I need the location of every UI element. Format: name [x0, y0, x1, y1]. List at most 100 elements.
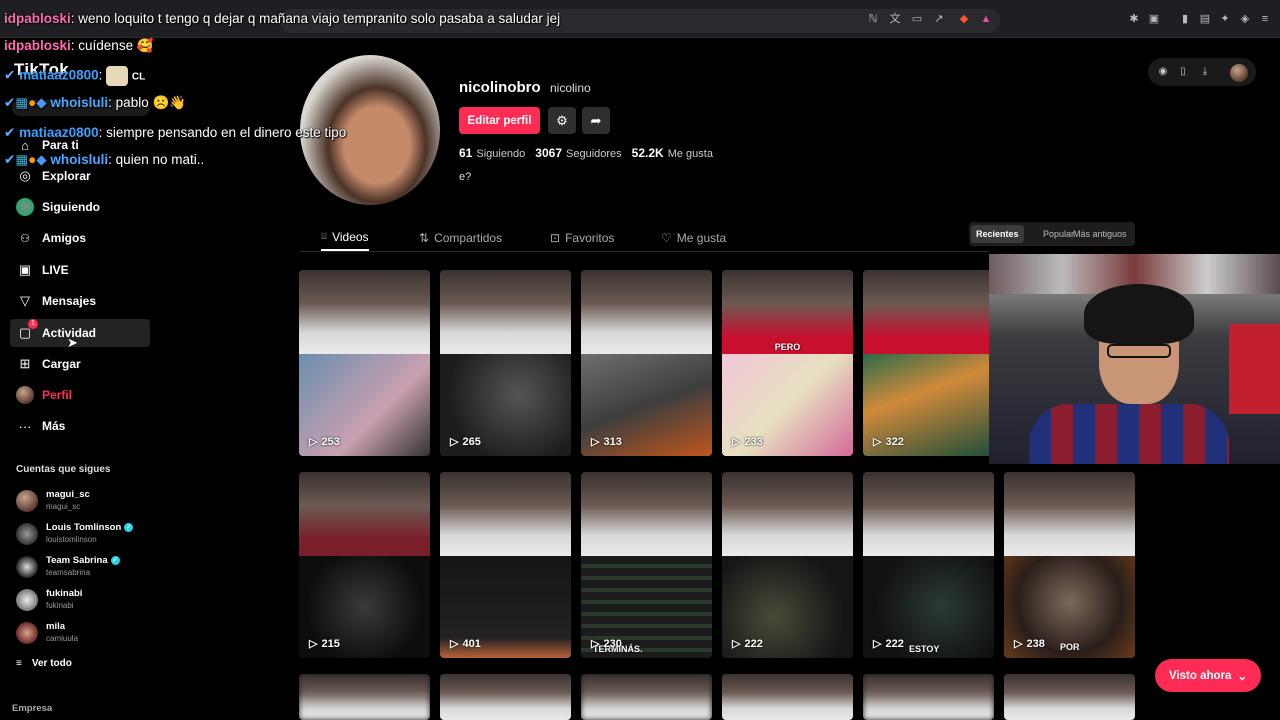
account-username: camiuula — [46, 634, 79, 643]
avatar — [16, 589, 38, 611]
chat-text: weno loquito t tengo q dejar q mañana vi… — [78, 11, 561, 26]
vpn-icon[interactable]: ◈ — [1238, 12, 1252, 26]
sub-badge-icon: ● — [28, 95, 37, 110]
chat-username: whoisluli — [50, 152, 109, 167]
brave-rewards-icon[interactable]: ▲ — [979, 12, 993, 26]
leo-ai-icon[interactable]: ✦ — [1218, 12, 1232, 26]
play-icon: ▷ — [732, 436, 741, 448]
sub-badge-icon: ● — [28, 152, 37, 167]
view-count: ▷ 215 — [309, 637, 340, 651]
following-avatar-icon — [16, 198, 34, 216]
sidebar-toggle-icon[interactable]: ▮ — [1178, 12, 1192, 26]
nav-item-siguiendo[interactable]: Siguiendo — [10, 193, 150, 221]
chat-badge-icon: ✔ — [4, 152, 16, 167]
nav-label: Amigos — [42, 231, 87, 245]
sort-mas-antiguos[interactable]: Más antiguos — [1068, 225, 1132, 243]
menu-icon[interactable]: ≡ — [1258, 12, 1272, 26]
nav-label: Explorar — [42, 169, 91, 183]
video-thumbnail[interactable]: ▷ 222 — [722, 472, 853, 658]
wallet-icon[interactable]: ▤ — [1198, 12, 1212, 26]
account-username: fukinabi — [46, 601, 74, 610]
account-name: Louis Tomlinson ✓ — [46, 522, 134, 533]
video-thumbnail[interactable]: ▷ 265 — [440, 270, 571, 456]
footer-empresa-link[interactable]: Empresa — [12, 703, 52, 714]
video-thumbnail[interactable]: POR ▷ 238 — [1004, 472, 1135, 658]
account-name: magui_sc — [46, 489, 90, 500]
chevron-double-down-icon: ⌄ — [1237, 670, 1248, 683]
video-thumbnail[interactable]: ▷ 253 — [299, 270, 430, 456]
video-thumbnail[interactable]: ESTOY ▷ 222 — [863, 472, 994, 658]
tab-favoritos[interactable]: ⊡ Favoritos — [550, 224, 614, 251]
tab-videos[interactable]: ⦙⦙⦙ Videos — [321, 224, 369, 251]
upload-icon: ⊞ — [19, 356, 31, 371]
nav-item-live[interactable]: ▣ LIVE — [10, 256, 150, 284]
chat-text: pablo ☹️👋 — [115, 95, 187, 110]
view-count: ▷ 230 — [591, 637, 622, 651]
video-thumbnail[interactable] — [863, 674, 994, 720]
user-avatar-button[interactable] — [1230, 64, 1248, 82]
share-profile-button[interactable]: ➦ — [582, 107, 610, 134]
account-name: mila — [46, 621, 66, 632]
tab-me-gusta[interactable]: ♡ Me gusta — [661, 224, 726, 251]
video-thumbnail[interactable]: PERO ▷ 233 — [722, 270, 853, 456]
live-icon: ▣ — [18, 262, 32, 277]
following-section-title: Cuentas que sigues — [16, 464, 111, 475]
tab-compartidos[interactable]: ⇅ Compartidos — [419, 224, 502, 251]
see-all-button[interactable]: ≡ Ver todo — [16, 658, 72, 669]
grid-icon: ⦙⦙⦙ — [321, 231, 328, 241]
video-thumbnail[interactable] — [440, 674, 571, 720]
video-caption: ESTOY — [909, 644, 940, 654]
device-icon[interactable]: ▯ — [1176, 65, 1190, 79]
screenshot-icon[interactable]: ▣ — [1147, 12, 1161, 26]
extensions-icon[interactable]: ✱ — [1127, 12, 1141, 26]
video-thumbnail[interactable]: ▷ 215 — [299, 472, 430, 658]
followers-stat[interactable]: 3067 Seguidores — [535, 146, 621, 160]
nav-label: Perfil — [42, 388, 73, 402]
translate-off-icon[interactable]: ℕ — [866, 12, 880, 26]
settings-button[interactable]: ⚙ — [548, 107, 576, 134]
coin-icon[interactable]: ◉ — [1156, 65, 1170, 79]
share-arrow-icon: ➦ — [590, 112, 602, 128]
video-thumbnail[interactable] — [1004, 674, 1135, 720]
following-stat[interactable]: 61 Siguiendo — [459, 146, 525, 160]
heart-icon: ♡ — [661, 230, 672, 245]
download-icon[interactable]: ⤓ — [1198, 65, 1212, 79]
cast-icon[interactable]: ▭ — [910, 12, 924, 26]
sub-badge-icon: ◆ — [36, 152, 47, 167]
view-count: ▷ 265 — [450, 435, 481, 449]
watched-now-button[interactable]: Visto ahora ⌄ — [1155, 659, 1261, 692]
nav-item-perfil[interactable]: Perfil — [10, 381, 150, 409]
see-all-label: Ver todo — [31, 658, 72, 669]
video-thumbnail[interactable]: ▷ 313 — [581, 270, 712, 456]
sub-badge-icon: ▦ — [15, 152, 29, 167]
translate-icon[interactable]: 文 — [888, 12, 902, 26]
video-thumbnail[interactable]: ▷ 322 — [863, 270, 994, 456]
sub-badge-icon: ◆ — [36, 95, 47, 110]
video-thumbnail[interactable]: TERMINÁS. ▷ 230 — [581, 472, 712, 658]
nav-item-cargar[interactable]: ⊞ Cargar — [10, 350, 150, 378]
share-icon[interactable]: ↗ — [932, 12, 946, 26]
following-account[interactable]: magui_sc magui_sc — [16, 486, 156, 516]
cat-emote-icon — [106, 66, 129, 86]
video-thumbnail[interactable]: ▷ 401 — [440, 472, 571, 658]
following-account[interactable]: Team Sabrina ✓ teamsabrina — [16, 552, 156, 582]
brave-shield-icon[interactable]: ◆ — [957, 12, 971, 26]
play-icon: ▷ — [591, 436, 600, 448]
following-account[interactable]: Louis Tomlinson ✓ louistomlinson — [16, 519, 156, 549]
following-account[interactable]: mila camiuula — [16, 618, 156, 648]
nav-item-actividad[interactable]: ▢ 1 Actividad — [10, 319, 150, 347]
list-icon: ≡ — [16, 658, 22, 669]
following-account[interactable]: fukinabi fukinabi — [16, 585, 156, 615]
nav-item-amigos[interactable]: ⚇ Amigos — [10, 224, 150, 252]
nav-item-mensajes[interactable]: ▽ Mensajes — [10, 287, 150, 315]
edit-profile-button[interactable]: Editar perfil — [459, 107, 540, 134]
profile-bio: e? — [459, 171, 472, 183]
chat-message: ✔ matiaaz0800: CL — [4, 66, 145, 86]
sort-recientes[interactable]: Recientes — [971, 225, 1024, 243]
video-thumbnail[interactable] — [581, 674, 712, 720]
tab-label: Favoritos — [565, 230, 615, 245]
video-thumbnail[interactable] — [299, 674, 430, 720]
nav-item-mas[interactable]: ··· Más — [10, 412, 150, 440]
tab-label: Videos — [332, 229, 369, 244]
video-thumbnail[interactable] — [722, 674, 853, 720]
